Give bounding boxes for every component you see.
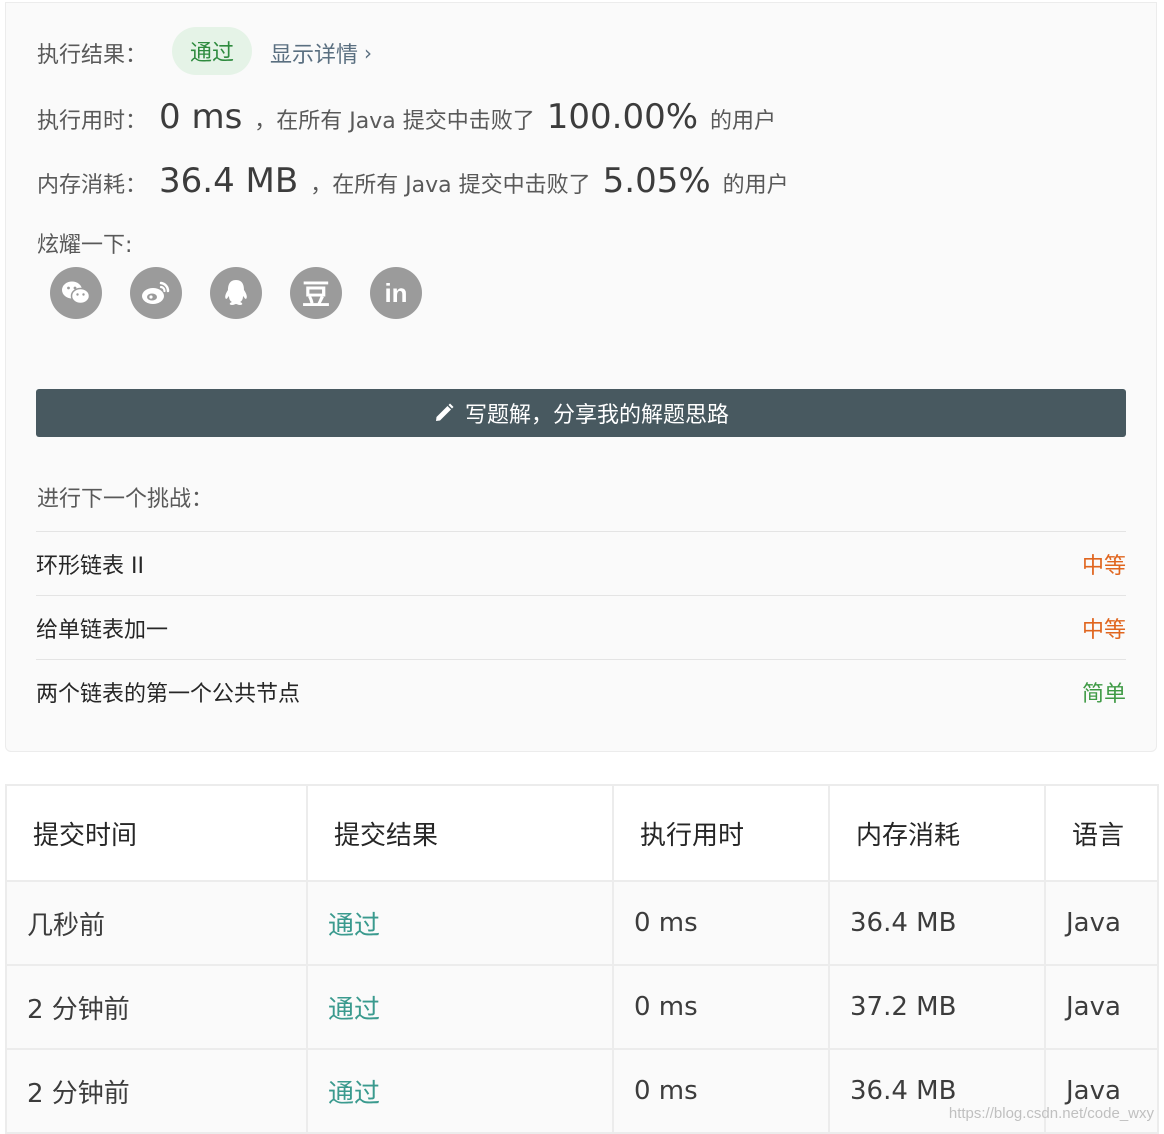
runtime-value: 0 ms [159,97,243,137]
share-douban-button[interactable]: 豆 [290,267,342,319]
submission-time: 几秒前 [5,880,308,966]
share-label-row: 炫耀一下: [37,227,132,259]
runtime-suffix: 的用户 [710,109,777,134]
submissions-table: 提交时间 提交结果 执行用时 内存消耗 语言 几秒前 通过 0 ms 36.4 … [5,784,1159,1134]
weibo-icon [142,281,170,304]
memory-value: 36.4 MB [159,161,299,201]
result-card: 执行结果： 通过 显示详情 › 执行用时： 0 ms ，在所有 Java 提交中… [5,2,1157,752]
submission-language: Java [1044,964,1159,1050]
qq-icon [225,280,247,305]
share-weibo-button[interactable] [130,267,182,319]
submission-runtime: 0 ms [612,964,830,1050]
submission-status-link[interactable]: 通过 [306,1048,614,1134]
write-solution-button[interactable]: 写题解，分享我的解题思路 [36,389,1126,437]
status-badge: 通过 [172,27,252,75]
memory-row: 内存消耗： 36.4 MB ，在所有 Java 提交中击败了 5.05% 的用户 [37,161,789,201]
column-header-runtime: 执行用时 [612,784,830,882]
challenge-item[interactable]: 环形链表 II 中等 [36,531,1126,595]
challenge-name: 两个链表的第一个公共节点 [36,681,301,707]
difficulty-badge: 中等 [1081,553,1126,579]
watermark: https://blog.csdn.net/code_wxy [948,1105,1154,1122]
next-challenge-title: 进行下一个挑战： [37,487,214,512]
share-buttons: 豆 in [50,267,450,319]
wechat-icon [62,281,91,305]
runtime-percent: 100.00% [546,97,699,137]
column-header-result: 提交结果 [306,784,614,882]
memory-suffix: 的用户 [722,173,789,198]
submission-time: 2 分钟前 [5,1048,308,1134]
result-label: 执行结果： [37,43,148,68]
linkedin-icon: in [384,277,408,308]
table-row: 2 分钟前 通过 0 ms 37.2 MB Java [5,964,1159,1050]
submission-memory: 37.2 MB [828,964,1046,1050]
result-row: 执行结果： [37,37,147,69]
submission-memory: 36.4 MB [828,880,1046,966]
show-details-label: 显示详情 [270,43,359,68]
challenge-item[interactable]: 两个链表的第一个公共节点 简单 [36,659,1126,723]
challenge-name: 环形链表 II [36,553,144,579]
table-header-row: 提交时间 提交结果 执行用时 内存消耗 语言 [5,784,1159,882]
table-row: 几秒前 通过 0 ms 36.4 MB Java [5,880,1159,966]
memory-percent: 5.05% [602,161,711,201]
difficulty-badge: 简单 [1081,681,1126,707]
challenge-name: 给单链表加一 [36,617,169,643]
show-details-link[interactable]: 显示详情 › [270,37,372,69]
douban-icon: 豆 [301,278,330,311]
difficulty-badge: 中等 [1081,617,1126,643]
column-header-language: 语言 [1044,784,1159,882]
submission-runtime: 0 ms [612,1048,830,1134]
share-wechat-button[interactable] [50,267,102,319]
column-header-memory: 内存消耗 [828,784,1046,882]
chevron-right-icon: › [364,41,373,65]
runtime-label: 执行用时： [37,109,148,134]
submission-runtime: 0 ms [612,880,830,966]
memory-middle-text: ，在所有 Java 提交中击败了 [310,173,591,198]
write-solution-label: 写题解，分享我的解题思路 [464,403,729,428]
submission-time: 2 分钟前 [5,964,308,1050]
submission-status-link[interactable]: 通过 [306,880,614,966]
share-label: 炫耀一下: [37,233,133,258]
submission-status-link[interactable]: 通过 [306,964,614,1050]
share-qq-button[interactable] [210,267,262,319]
runtime-row: 执行用时： 0 ms ，在所有 Java 提交中击败了 100.00% 的用户 [37,97,776,137]
pencil-icon [433,402,455,424]
share-linkedin-button[interactable]: in [370,267,422,319]
challenge-item[interactable]: 给单链表加一 中等 [36,595,1126,659]
runtime-middle-text: ，在所有 Java 提交中击败了 [254,109,535,134]
column-header-time: 提交时间 [5,784,308,882]
memory-label: 内存消耗： [37,173,148,198]
submission-language: Java [1044,880,1159,966]
